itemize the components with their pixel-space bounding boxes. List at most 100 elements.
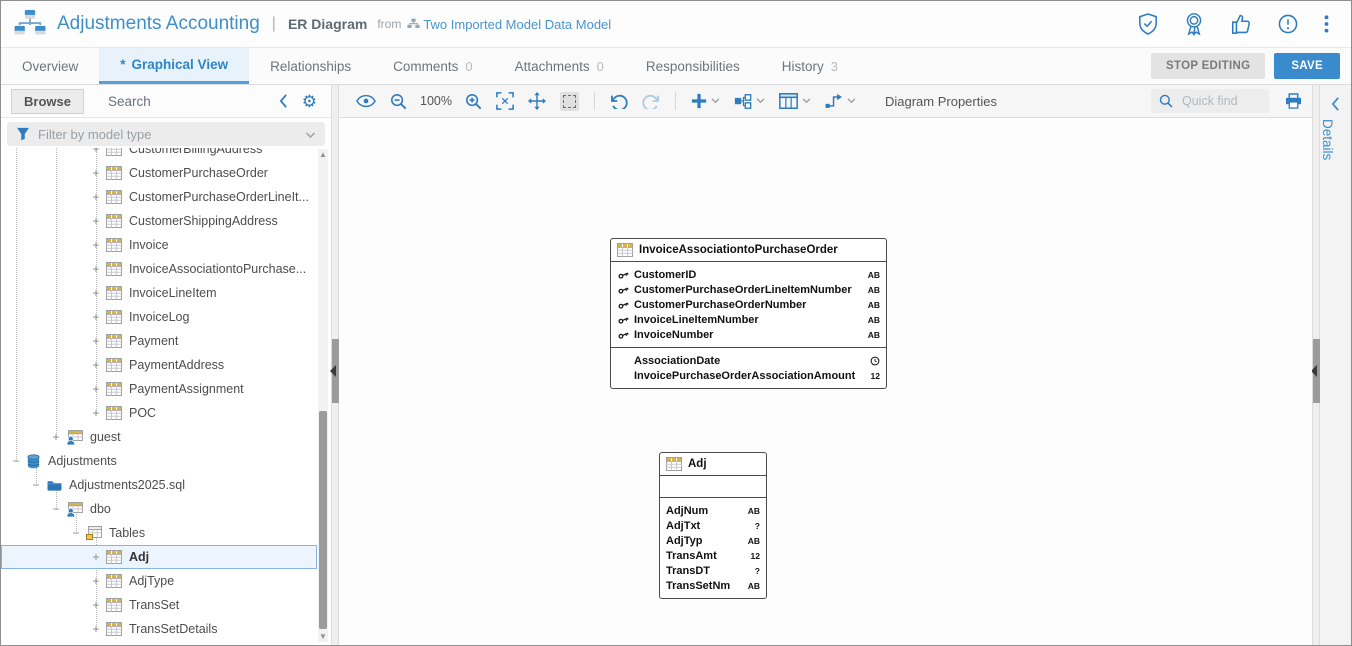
entity-attribute-row[interactable]: InvoiceNumberAB xyxy=(617,327,880,342)
tree-item-customerbillingaddress[interactable]: +CustomerBillingAddress xyxy=(1,148,317,161)
entity-attribute-row[interactable]: CustomerPurchaseOrderNumberAB xyxy=(617,297,880,312)
tree-item-transset[interactable]: +TransSet xyxy=(1,593,317,617)
scroll-up-arrow[interactable]: ▲ xyxy=(319,150,327,159)
tree-expander[interactable]: + xyxy=(89,262,103,276)
entity-attribute-row[interactable]: TransDT? xyxy=(666,563,760,578)
tree-expander[interactable]: + xyxy=(89,286,103,300)
alert-circle-icon[interactable] xyxy=(1278,14,1298,34)
tree-item-invoice[interactable]: +Invoice xyxy=(1,233,317,257)
tree-expander[interactable]: − xyxy=(9,454,23,468)
entity-header[interactable]: Adj xyxy=(660,453,766,476)
tree-item-customerpurchaseorderlineit-[interactable]: +CustomerPurchaseOrderLineIt... xyxy=(1,185,317,209)
entity-attribute-row[interactable]: InvoiceLineItemNumberAB xyxy=(617,312,880,327)
scroll-down-arrow[interactable]: ▼ xyxy=(319,632,327,641)
tree-item-invoicelineitem[interactable]: +InvoiceLineItem xyxy=(1,281,317,305)
tree-item-tables[interactable]: −Tables xyxy=(1,521,317,545)
expand-details-icon[interactable] xyxy=(1331,97,1341,111)
table-view-icon[interactable] xyxy=(779,93,811,109)
tree-item-paymentassignment[interactable]: +PaymentAssignment xyxy=(1,377,317,401)
zoom-level[interactable]: 100% xyxy=(420,94,452,108)
tree-item-transsetdetails[interactable]: +TransSetDetails xyxy=(1,617,317,641)
pan-move-icon[interactable] xyxy=(528,92,546,110)
tree-expander[interactable]: + xyxy=(89,214,103,228)
tree-expander[interactable]: − xyxy=(49,502,63,516)
quick-find-input[interactable] xyxy=(1180,93,1260,109)
gear-icon[interactable]: ⚙ xyxy=(302,93,317,110)
model-type-filter[interactable]: Filter by model type xyxy=(7,122,325,146)
diagram-canvas[interactable]: InvoiceAssociationtoPurchaseOrder Custome… xyxy=(339,118,1312,645)
entity-attribute-row[interactable]: InvoicePurchaseOrderAssociationAmount12 xyxy=(617,368,880,383)
entity-attribute-row[interactable]: TransSetNmAB xyxy=(666,578,760,593)
add-object-icon[interactable] xyxy=(691,93,720,109)
tree-expander[interactable]: + xyxy=(89,358,103,372)
tree-item-payment[interactable]: +Payment xyxy=(1,329,317,353)
save-button[interactable]: SAVE xyxy=(1274,53,1340,79)
award-icon[interactable] xyxy=(1184,12,1204,36)
shield-check-icon[interactable] xyxy=(1138,13,1158,35)
tree-item-invoiceassociationtopurchase-[interactable]: +InvoiceAssociationtoPurchase... xyxy=(1,257,317,281)
zoom-out-icon[interactable] xyxy=(390,93,407,110)
tree-expander[interactable]: − xyxy=(69,526,83,540)
tree-expander[interactable]: + xyxy=(89,238,103,252)
tree-expander[interactable]: + xyxy=(89,166,103,180)
tab-graphical-view[interactable]: *Graphical View xyxy=(99,48,249,84)
tab-attachments[interactable]: Attachments0 xyxy=(494,48,625,84)
source-model-link[interactable]: Two Imported Model Data Model xyxy=(407,17,611,32)
tree-expander[interactable]: + xyxy=(89,190,103,204)
zoom-in-icon[interactable] xyxy=(465,93,482,110)
auto-layout-icon[interactable] xyxy=(734,93,765,110)
kebab-menu-icon[interactable] xyxy=(1324,14,1329,34)
browse-tab[interactable]: Browse xyxy=(11,89,84,114)
details-panel-label[interactable]: Details xyxy=(1320,119,1335,160)
entity-attribute-row[interactable]: AssociationDate xyxy=(617,353,880,368)
tree-expander[interactable]: + xyxy=(89,406,103,420)
tree-expander[interactable]: − xyxy=(29,478,43,492)
tab-responsibilities[interactable]: Responsibilities xyxy=(625,48,761,84)
tree-expander[interactable]: + xyxy=(89,382,103,396)
entity-attribute-row[interactable]: AdjTypAB xyxy=(666,533,760,548)
tree-item-dbo[interactable]: −dbo xyxy=(1,497,317,521)
tree-expander[interactable]: + xyxy=(89,598,103,612)
tree-item-customerpurchaseorder[interactable]: +CustomerPurchaseOrder xyxy=(1,161,317,185)
visibility-eye-icon[interactable] xyxy=(356,94,376,108)
collapse-sidebar-icon[interactable] xyxy=(279,94,288,108)
tree-expander[interactable]: + xyxy=(49,430,63,444)
tab-overview[interactable]: Overview xyxy=(1,48,99,84)
diagram-properties-link[interactable]: Diagram Properties xyxy=(885,94,997,109)
tree-expander[interactable]: + xyxy=(89,574,103,588)
tree-item-adj[interactable]: +Adj xyxy=(1,545,317,569)
entity-attribute-row[interactable]: AdjNumAB xyxy=(666,503,760,518)
tree-item-adjustments[interactable]: −Adjustments xyxy=(1,449,317,473)
search-tab[interactable]: Search xyxy=(108,94,151,109)
tree-expander[interactable]: + xyxy=(89,334,103,348)
entity-attribute-row[interactable]: TransAmt12 xyxy=(666,548,760,563)
entity-invoiceassociationtopurchaseorder[interactable]: InvoiceAssociationtoPurchaseOrder Custome… xyxy=(610,238,887,389)
tab-comments[interactable]: Comments0 xyxy=(372,48,494,84)
tree-expander[interactable]: + xyxy=(89,550,103,564)
entity-adj[interactable]: AdjAdjNumABAdjTxt?AdjTypABTransAmt12Tran… xyxy=(659,452,767,599)
tree-item-paymentaddress[interactable]: +PaymentAddress xyxy=(1,353,317,377)
quick-find-box[interactable] xyxy=(1151,89,1269,113)
tree-item-poc[interactable]: +POC xyxy=(1,401,317,425)
model-title[interactable]: Adjustments Accounting xyxy=(57,13,260,35)
tree-item-guest[interactable]: +guest xyxy=(1,425,317,449)
scroll-thumb[interactable] xyxy=(319,411,327,629)
tree-scrollbar[interactable]: ▲ ▼ xyxy=(318,149,328,642)
fit-to-screen-icon[interactable] xyxy=(496,92,514,110)
entity-attribute-row[interactable]: CustomerPurchaseOrderLineItemNumberAB xyxy=(617,282,880,297)
tree-expander[interactable]: + xyxy=(89,310,103,324)
tree-item-adjtype[interactable]: +AdjType xyxy=(1,569,317,593)
print-icon[interactable] xyxy=(1285,93,1302,109)
entity-header[interactable]: InvoiceAssociationtoPurchaseOrder xyxy=(611,239,886,262)
tab-relationships[interactable]: Relationships xyxy=(249,48,372,84)
relationship-connector-icon[interactable] xyxy=(825,93,856,109)
redo-icon[interactable] xyxy=(642,93,660,109)
stop-editing-button[interactable]: STOP EDITING xyxy=(1151,53,1265,79)
entity-attribute-row[interactable]: CustomerIDAB xyxy=(617,267,880,282)
tree-expander[interactable]: + xyxy=(89,622,103,636)
tab-history[interactable]: History3 xyxy=(761,48,859,84)
thumbs-up-icon[interactable] xyxy=(1230,13,1252,35)
entity-attribute-row[interactable]: AdjTxt? xyxy=(666,518,760,533)
undo-icon[interactable] xyxy=(610,93,628,109)
tree-item-invoicelog[interactable]: +InvoiceLog xyxy=(1,305,317,329)
